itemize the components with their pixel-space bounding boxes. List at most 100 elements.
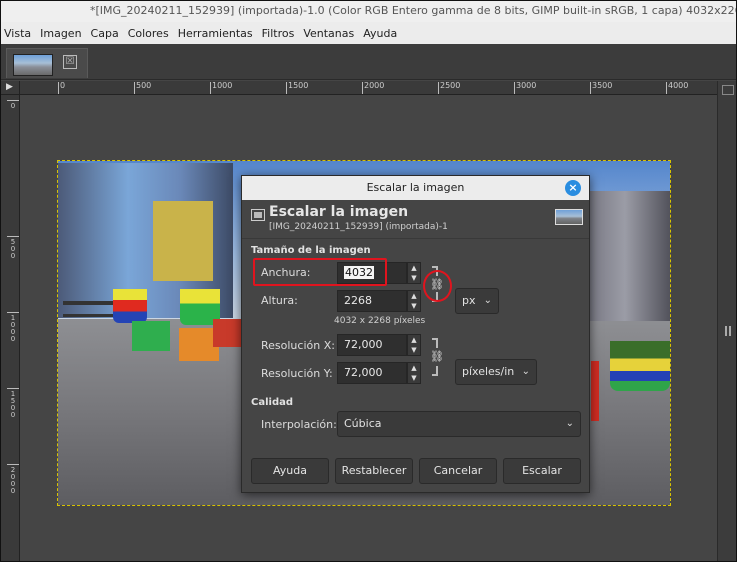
interpolation-select[interactable]: Cúbica ⌄ — [337, 411, 581, 437]
ruler-label: 4000 — [668, 81, 689, 90]
height-value: 2268 — [344, 294, 372, 307]
ruler-label: 2500 — [440, 81, 461, 90]
resolution-x-field[interactable]: 72,000 — [337, 334, 407, 356]
image-preview-thumbnail — [555, 209, 583, 225]
scale-button[interactable]: Escalar — [503, 458, 581, 484]
ruler-label: 2000 — [364, 81, 385, 90]
resolution-unit-value: píxeles/in — [462, 365, 515, 378]
height-spinner[interactable]: ▲ ▼ — [407, 290, 421, 312]
ruler-tick — [514, 82, 515, 94]
menu-colores[interactable]: Colores — [128, 27, 169, 40]
menu-imagen[interactable]: Imagen — [40, 27, 81, 40]
image-thumbnail — [13, 54, 53, 76]
scrollbar-grip[interactable] — [725, 326, 731, 336]
ruler-tick — [438, 82, 439, 94]
resolution-y-label: Resolución Y: — [261, 367, 333, 380]
scale-image-icon — [251, 209, 265, 221]
vertical-ruler: 0 5 0 0 1 0 0 0 1 5 0 0 2 0 0 0 — [0, 95, 20, 562]
resolution-unit-select[interactable]: píxeles/in ⌄ — [455, 359, 537, 385]
chain-highlight-circle — [423, 270, 452, 302]
photo-planter — [610, 341, 670, 391]
spin-up-icon[interactable]: ▲ — [408, 291, 420, 301]
navigate-button[interactable] — [722, 85, 734, 95]
image-tab[interactable]: ☒ — [6, 48, 88, 78]
spin-down-icon[interactable]: ▼ — [408, 345, 420, 355]
chain-bracket — [432, 366, 438, 376]
spin-up-icon[interactable]: ▲ — [408, 335, 420, 345]
ruler-label: 0 — [10, 335, 16, 343]
ruler-tick — [7, 464, 19, 465]
photo-red-post — [591, 361, 599, 421]
ruler-tick — [7, 236, 19, 237]
ruler-label: 0 — [10, 252, 16, 260]
scale-image-dialog: Escalar la imagen × Escalar la imagen [I… — [241, 175, 590, 493]
resolution-y-spinner[interactable]: ▲ ▼ — [407, 362, 421, 384]
ruler-corner-button[interactable]: ▶ — [0, 81, 20, 95]
close-icon[interactable]: × — [565, 180, 581, 196]
ruler-tick — [7, 100, 19, 101]
menu-vista[interactable]: Vista — [4, 27, 31, 40]
chain-bracket — [432, 338, 438, 348]
resolution-y-field[interactable]: 72,000 — [337, 362, 407, 384]
pixel-size-note: 4032 x 2268 píxeles — [334, 316, 426, 326]
menu-capa[interactable]: Capa — [91, 27, 119, 40]
interpolation-label: Interpolación: — [261, 418, 337, 431]
chevron-down-icon: ⌄ — [565, 418, 574, 429]
photo-bench — [63, 301, 113, 317]
menu-herramientas[interactable]: Herramientas — [178, 27, 253, 40]
menu-ayuda[interactable]: Ayuda — [363, 27, 397, 40]
height-field[interactable]: 2268 — [337, 290, 407, 312]
width-highlight-box — [253, 258, 387, 286]
resolution-x-spinner[interactable]: ▲ ▼ — [407, 334, 421, 356]
tab-close-icon[interactable]: ☒ — [63, 55, 77, 69]
ruler-label: 0 — [10, 411, 16, 419]
chevron-down-icon: ⌄ — [521, 366, 530, 377]
ruler-tick — [362, 82, 363, 94]
image-tab-strip: ☒ — [0, 44, 737, 80]
photo-planter — [113, 289, 147, 323]
photo-green-box — [132, 321, 170, 351]
ruler-tick — [134, 82, 135, 94]
help-button[interactable]: Ayuda — [251, 458, 329, 484]
height-label: Altura: — [261, 294, 298, 307]
dialog-title-bar: Escalar la imagen × — [242, 176, 589, 200]
reset-button[interactable]: Restablecer — [335, 458, 413, 484]
ruler-label: 0 — [10, 487, 16, 495]
spin-down-icon[interactable]: ▼ — [408, 373, 420, 383]
resolution-x-label: Resolución X: — [261, 339, 335, 352]
ruler-label: 0 — [10, 102, 16, 110]
section-quality: Calidad — [251, 397, 294, 408]
menu-bar: Vista Imagen Capa Colores Herramientas F… — [0, 22, 737, 44]
spin-down-icon[interactable]: ▼ — [408, 301, 420, 311]
size-unit-value: px — [462, 294, 476, 307]
ruler-label: 3500 — [592, 81, 613, 90]
ruler-tick — [590, 82, 591, 94]
ruler-tick — [666, 82, 667, 94]
spin-up-icon[interactable]: ▲ — [408, 363, 420, 373]
menu-filtros[interactable]: Filtros — [262, 27, 295, 40]
photo-building-yellow — [153, 201, 213, 281]
cancel-button[interactable]: Cancelar — [419, 458, 497, 484]
photo-building-right — [578, 191, 670, 321]
chevron-down-icon: ⌄ — [483, 295, 492, 306]
dialog-subtitle: [IMG_20240211_152939] (importada)-1 — [269, 222, 448, 232]
ruler-tick — [210, 82, 211, 94]
width-spinner[interactable]: ▲ ▼ — [407, 262, 421, 284]
ruler-tick — [7, 388, 19, 389]
divider — [242, 238, 589, 239]
resolution-y-value: 72,000 — [344, 366, 383, 379]
ruler-tick — [7, 312, 19, 313]
size-unit-select[interactable]: px ⌄ — [455, 288, 499, 314]
interpolation-value: Cúbica — [344, 417, 382, 430]
ruler-label: 1500 — [288, 81, 309, 90]
window-title-bar: *[IMG_20240211_152939] (importada)-1.0 (… — [0, 0, 737, 22]
chain-link-icon[interactable]: ⛓ — [430, 350, 444, 363]
photo-red-box — [213, 319, 241, 347]
vertical-scrollbar[interactable] — [717, 81, 737, 562]
menu-ventanas[interactable]: Ventanas — [303, 27, 354, 40]
spin-up-icon[interactable]: ▲ — [408, 263, 420, 273]
section-image-size: Tamaño de la imagen — [251, 245, 371, 256]
spin-down-icon[interactable]: ▼ — [408, 273, 420, 283]
resolution-x-value: 72,000 — [344, 338, 383, 351]
dialog-title: Escalar la imagen — [366, 181, 465, 194]
